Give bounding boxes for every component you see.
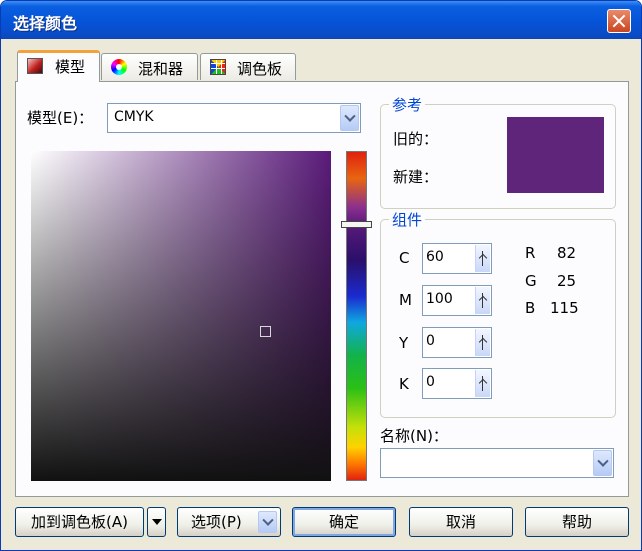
tab-mixer[interactable]: 混和器 [101, 53, 198, 80]
tab-model-label: 模型 [55, 58, 86, 76]
name-label: 名称(N)： [380, 427, 448, 445]
spin-arrows-icon[interactable] [475, 287, 490, 314]
add-to-palette-button[interactable]: 加到调色板(A) [15, 507, 144, 537]
cyan-label: C [399, 249, 410, 267]
tab-mixer-label: 混和器 [138, 60, 184, 78]
spin-arrows-icon[interactable] [475, 370, 490, 397]
black-value: 0 [426, 374, 435, 390]
color-wheel-icon [111, 59, 127, 75]
magenta-value: 100 [426, 291, 453, 307]
red-label: R [525, 244, 536, 262]
green-value: 25 [557, 272, 577, 290]
blue-label: B [525, 299, 536, 317]
blue-value: 115 [550, 299, 579, 317]
select-color-dialog: 选择颜色 模型 混和器 调色板 模型(E)： CMYK 参考 旧的： 新建： 组… [0, 0, 642, 551]
yellow-value: 0 [426, 333, 435, 349]
model-select[interactable]: CMYK [107, 103, 361, 133]
palette-grid-icon [210, 59, 226, 75]
black-spinner[interactable]: 0 [422, 368, 492, 399]
color-model-icon [27, 58, 43, 74]
tab-model[interactable]: 模型 [17, 50, 100, 82]
magenta-label: M [399, 291, 412, 309]
dialog-title: 选择颜色 [13, 14, 78, 33]
red-value: 82 [557, 244, 577, 262]
spin-arrows-icon[interactable] [475, 245, 490, 272]
components-group [380, 219, 616, 418]
magenta-spinner[interactable]: 100 [422, 285, 492, 316]
help-button[interactable]: 帮助 [525, 507, 629, 537]
options-button[interactable]: 选项(P) [177, 507, 281, 537]
cyan-value: 60 [426, 249, 444, 265]
reference-group-title: 参考 [389, 94, 426, 115]
ok-button[interactable]: 确定 [292, 507, 396, 537]
cancel-button[interactable]: 取消 [409, 507, 513, 537]
color-swatch [507, 117, 604, 193]
spin-arrows-icon[interactable] [475, 329, 490, 356]
green-label: G [525, 272, 537, 290]
name-select[interactable] [380, 448, 614, 478]
tab-palette[interactable]: 调色板 [200, 53, 296, 80]
chevron-down-icon [258, 511, 277, 533]
black-label: K [399, 375, 409, 393]
cyan-spinner[interactable]: 60 [422, 243, 492, 274]
add-to-palette-dropdown-button[interactable] [147, 507, 166, 537]
old-color-label: 旧的： [393, 130, 439, 148]
color-picker-marker[interactable] [260, 326, 271, 337]
model-select-value: CMYK [114, 109, 154, 125]
options-label: 选项(P) [191, 513, 242, 531]
model-label: 模型(E)： [27, 109, 94, 127]
chevron-down-icon[interactable] [593, 450, 612, 476]
close-button[interactable] [607, 9, 631, 33]
new-color-label: 新建： [393, 168, 439, 186]
hue-slider-handle[interactable] [341, 221, 372, 228]
hue-slider-bar[interactable] [346, 151, 367, 481]
color-field[interactable] [31, 151, 331, 481]
title-bar[interactable]: 选择颜色 [1, 1, 641, 39]
yellow-label: Y [399, 334, 409, 352]
yellow-spinner[interactable]: 0 [422, 327, 492, 358]
chevron-down-icon[interactable] [340, 105, 359, 131]
components-group-title: 组件 [389, 209, 426, 230]
tab-palette-label: 调色板 [237, 60, 283, 78]
